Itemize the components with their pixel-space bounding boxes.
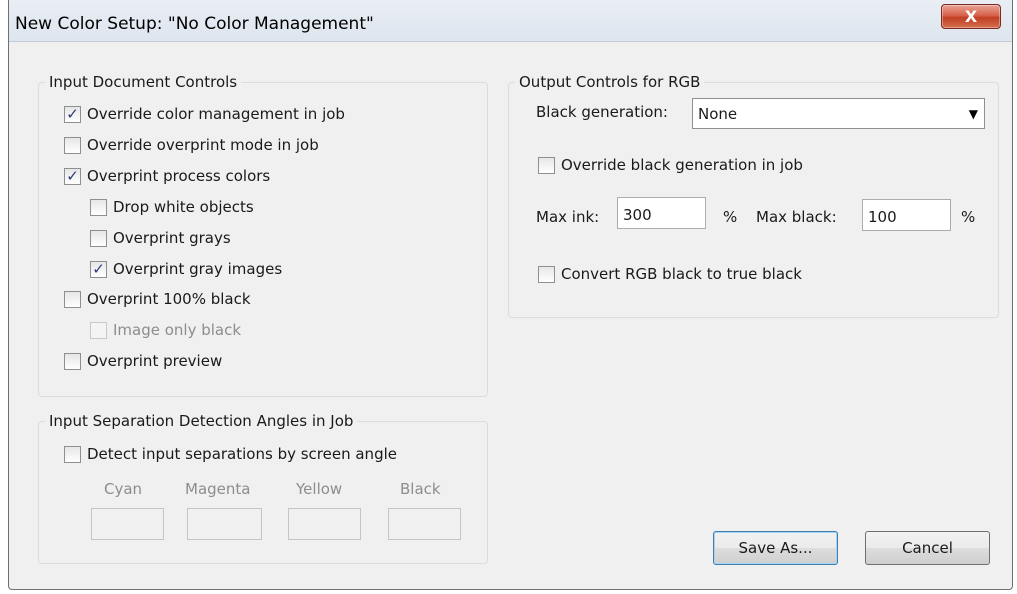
yellow-angle-input[interactable] [288,508,361,540]
overprint-preview-checkbox[interactable]: Overprint preview [64,352,222,370]
cyan-label: Cyan [104,480,143,498]
chevron-down-icon[interactable]: ▼ [969,107,978,121]
black-angle-input[interactable] [388,508,461,540]
checkbox-box[interactable] [90,321,107,339]
checkbox-box[interactable]: ✓ [64,104,81,123]
checkbox-label: Override black generation in job [561,156,803,174]
checkbox-label: Overprint preview [87,352,223,370]
black-generation-label: Black generation: [536,103,668,121]
input-document-controls-legend: Input Document Controls [45,73,242,91]
max-ink-label: Max ink: [536,208,600,226]
checkbox-label: Overprint 100% black [87,290,251,308]
yellow-label: Yellow [296,480,343,498]
override-overprint-mode-checkbox[interactable]: Override overprint mode in job [64,136,319,154]
checkbox-box[interactable] [64,352,81,370]
checkbox-box[interactable] [64,136,81,154]
dialog-title: New Color Setup: "No Color Management" [15,14,374,34]
check-icon: ✓ [66,104,79,123]
detect-separations-checkbox[interactable]: Detect input separations by screen angle [64,445,397,463]
cyan-angle-input[interactable] [91,508,164,540]
close-icon: X [964,7,978,26]
checkbox-label: Overprint process colors [87,167,271,185]
checkbox-label: Override color management in job [87,105,345,123]
overprint-gray-images-checkbox[interactable]: ✓ Overprint gray images [90,260,282,278]
checkbox-box[interactable] [64,445,81,463]
black-label: Black [400,480,441,498]
close-button[interactable]: X [941,4,1001,29]
checkbox-box[interactable] [538,156,555,174]
cancel-button[interactable]: Cancel [865,531,990,565]
black-generation-value: None [698,105,738,123]
checkbox-box[interactable] [538,265,555,283]
checkbox-label: Overprint gray images [113,260,283,278]
save-as-button[interactable]: Save As... [713,531,838,565]
separation-angles-legend: Input Separation Detection Angles in Job [45,412,358,430]
convert-rgb-black-checkbox[interactable]: Convert RGB black to true black [538,265,802,283]
checkbox-label: Detect input separations by screen angle [87,445,397,463]
checkbox-box[interactable]: ✓ [64,166,81,185]
max-black-input[interactable]: 100 [862,199,951,231]
title-bar[interactable]: New Color Setup: "No Color Management" X [9,0,1012,42]
checkbox-label: Drop white objects [113,198,254,216]
max-black-label: Max black: [756,208,837,226]
overprint-process-colors-checkbox[interactable]: ✓ Overprint process colors [64,167,270,185]
checkbox-box[interactable] [64,290,81,308]
black-generation-select[interactable]: None ▼ [692,98,985,129]
override-black-generation-checkbox[interactable]: Override black generation in job [538,156,803,174]
dialog-window: New Color Setup: "No Color Management" X… [8,0,1013,590]
checkbox-box[interactable]: ✓ [90,259,107,278]
max-ink-input[interactable]: 300 [617,197,706,229]
output-controls-legend: Output Controls for RGB [515,73,705,91]
magenta-angle-input[interactable] [187,508,262,540]
max-ink-unit: % [723,208,738,226]
check-icon: ✓ [92,259,105,278]
override-color-management-checkbox[interactable]: ✓ Override color management in job [64,105,345,123]
checkbox-box[interactable] [90,229,107,247]
image-only-black-checkbox[interactable]: Image only black [90,321,241,339]
max-black-unit: % [961,208,976,226]
checkbox-label: Image only black [113,321,242,339]
check-icon: ✓ [66,166,79,185]
magenta-label: Magenta [185,480,251,498]
checkbox-label: Overprint grays [113,229,231,247]
overprint-100-black-checkbox[interactable]: Overprint 100% black [64,290,251,308]
checkbox-label: Convert RGB black to true black [561,265,802,283]
overprint-grays-checkbox[interactable]: Overprint grays [90,229,231,247]
checkbox-box[interactable] [90,198,107,216]
drop-white-objects-checkbox[interactable]: Drop white objects [90,198,254,216]
checkbox-label: Override overprint mode in job [87,136,319,154]
